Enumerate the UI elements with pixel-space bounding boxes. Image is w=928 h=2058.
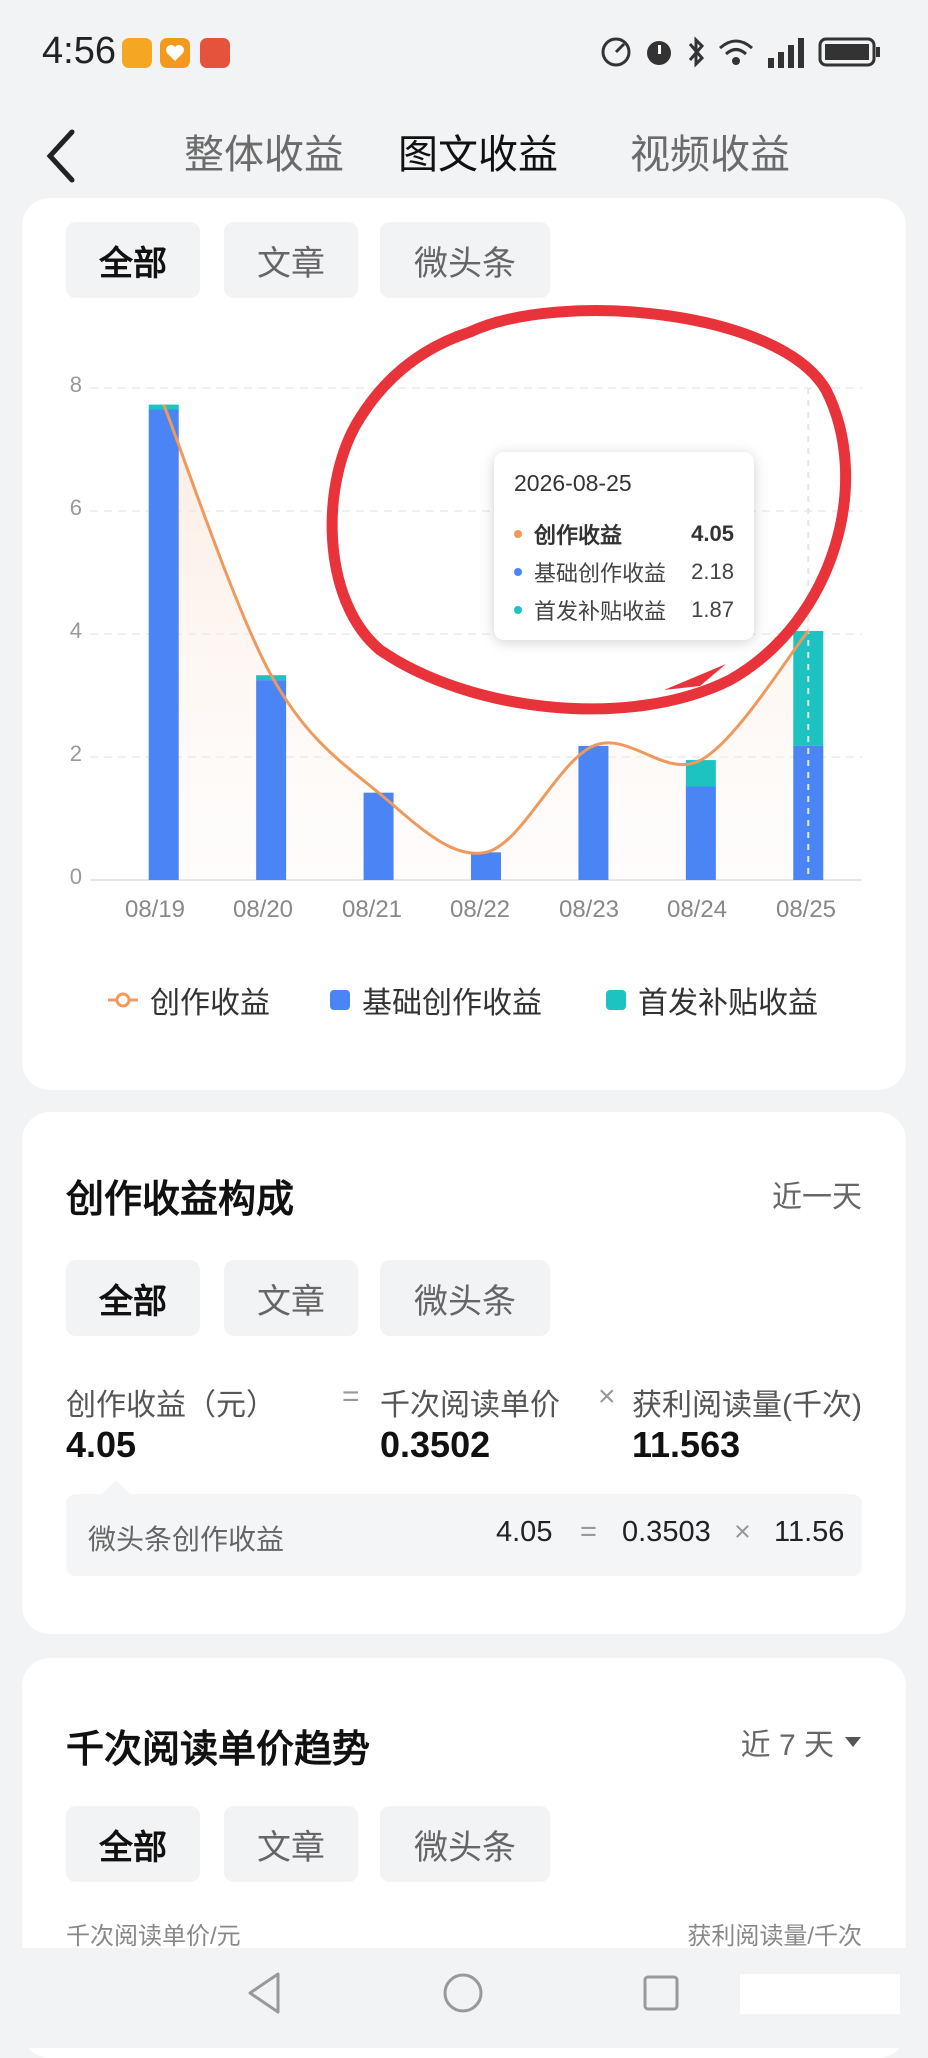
filter-micro-post[interactable]: 微头条 [380,222,550,298]
right-axis-label: 获利阅读量/千次 [687,1923,862,1950]
tooltip-label: 首发补贴收益 [534,599,667,624]
teal-square-icon [606,990,626,1010]
nav-home-icon[interactable] [442,1972,484,2019]
pointer-triangle [102,1480,130,1494]
reads-label: 获利阅读量(千次) [632,1389,862,1422]
chart-tooltip: 2026-08-25 创作收益 4.05 基础创作收益 2.18 首发补贴收益 … [494,452,754,640]
filter-all[interactable]: 全部 [66,222,200,298]
tooltip-label: 基础创作收益 [534,561,667,586]
row-equals: = [580,1516,597,1548]
x-tick-label: 08/21 [341,896,403,923]
heart-app-icon [160,38,190,68]
watermark-patch [740,1974,900,2014]
legend-total-income: 创作收益 [108,978,270,1022]
income-value: 4.05 [66,1424,137,1465]
tooltip-value: 2.18 [691,559,734,584]
blue-square-icon [330,990,350,1010]
tooltip-value: 4.05 [691,521,734,546]
left-axis-label: 千次阅读单价/元 [66,1923,241,1950]
micro-post-income-row: 微头条创作收益 4.05 = 0.3503 × 11.56 [66,1494,862,1576]
price-label: 千次阅读单价 [380,1389,560,1422]
legend-label: 首发补贴收益 [638,987,818,1020]
legend-basic-income: 基础创作收益 [330,978,542,1022]
row-price: 0.3503 [622,1516,711,1548]
tooltip-row-total: 创作收益 4.05 [514,518,734,550]
composition-title: 创作收益构成 [66,1179,295,1221]
x-tick-label: 08/20 [232,896,294,923]
blue-dot-icon [514,568,522,576]
tooltip-row-subsidy: 首发补贴收益 1.87 [514,594,734,626]
tooltip-row-basic: 基础创作收益 2.18 [514,556,734,588]
composition-card: 创作收益构成 近一天 全部 文章 微头条 创作收益（元） 4.05 = 千次阅读… [22,1112,906,1634]
row-times: × [734,1516,751,1548]
y-tick-0: 0 [69,864,82,889]
x-tick-label: 08/25 [775,896,837,923]
x-tick-label: 08/23 [558,896,620,923]
income-label: 创作收益（元） [66,1389,276,1422]
times-sign: × [598,1380,616,1413]
tab-video-income[interactable]: 视频收益 [630,122,790,180]
trend-title: 千次阅读单价趋势 [66,1729,371,1771]
tooltip-date: 2026-08-25 [514,470,632,496]
x-tick-label: 08/22 [449,896,511,923]
nav-recents-icon[interactable] [642,1974,680,2017]
battery-icon [818,34,882,70]
tab-overall-income[interactable]: 整体收益 [184,122,344,180]
caret-down-icon [845,1737,861,1747]
orange-dot-icon [514,530,522,538]
gift-app-icon [200,38,230,68]
alarm-icon [642,34,676,70]
filter-all[interactable]: 全部 [66,1806,200,1882]
income-chart-card [22,198,906,1090]
composition-period[interactable]: 近一天 [772,1172,862,1216]
line-legend-icon [108,992,138,1008]
top-nav: 整体收益 图文收益 视频收益 [0,108,928,208]
y-tick-4: 4 [69,618,82,643]
legend-label: 基础创作收益 [362,987,542,1020]
trend-period-dropdown[interactable]: 近 7 天 [741,1720,862,1764]
back-arrow-icon[interactable] [38,126,86,186]
tooltip-value: 1.87 [691,597,734,622]
nav-back-icon[interactable] [244,1970,284,2021]
wifi-icon [716,34,756,70]
filter-micro-post[interactable]: 微头条 [380,1260,550,1336]
tooltip-label: 创作收益 [534,523,623,548]
filter-micro-post[interactable]: 微头条 [380,1806,550,1882]
row-reads: 11.56 [774,1516,845,1548]
x-tick-label: 08/19 [124,896,186,923]
y-tick-2: 2 [69,741,82,766]
legend-label: 创作收益 [150,987,270,1020]
row-label: 微头条创作收益 [88,1524,285,1555]
filter-article[interactable]: 文章 [224,1260,358,1336]
equals-sign: = [342,1380,360,1413]
reads-value: 11.563 [632,1424,741,1465]
filter-article[interactable]: 文章 [224,222,358,298]
data-speed-icon [598,34,634,70]
teal-dot-icon [514,606,522,614]
row-income: 4.05 [496,1516,553,1548]
status-bar: 4:56 [0,0,928,108]
signal-4g-icon [764,34,808,70]
legend-subsidy-income: 首发补贴收益 [606,978,818,1022]
tab-image-text-income[interactable]: 图文收益 [398,122,558,180]
app-notification-icon [122,38,152,68]
trend-period: 近 7 天 [740,1729,834,1762]
y-tick-6: 6 [69,495,82,520]
system-nav-bar [0,1948,928,2048]
price-value: 0.3502 [380,1424,491,1465]
x-tick-label: 08/24 [666,896,728,923]
status-time: 4:56 [42,30,116,72]
bluetooth-icon [684,34,708,70]
y-tick-8: 8 [69,372,82,397]
filter-all[interactable]: 全部 [66,1260,200,1336]
filter-article[interactable]: 文章 [224,1806,358,1882]
